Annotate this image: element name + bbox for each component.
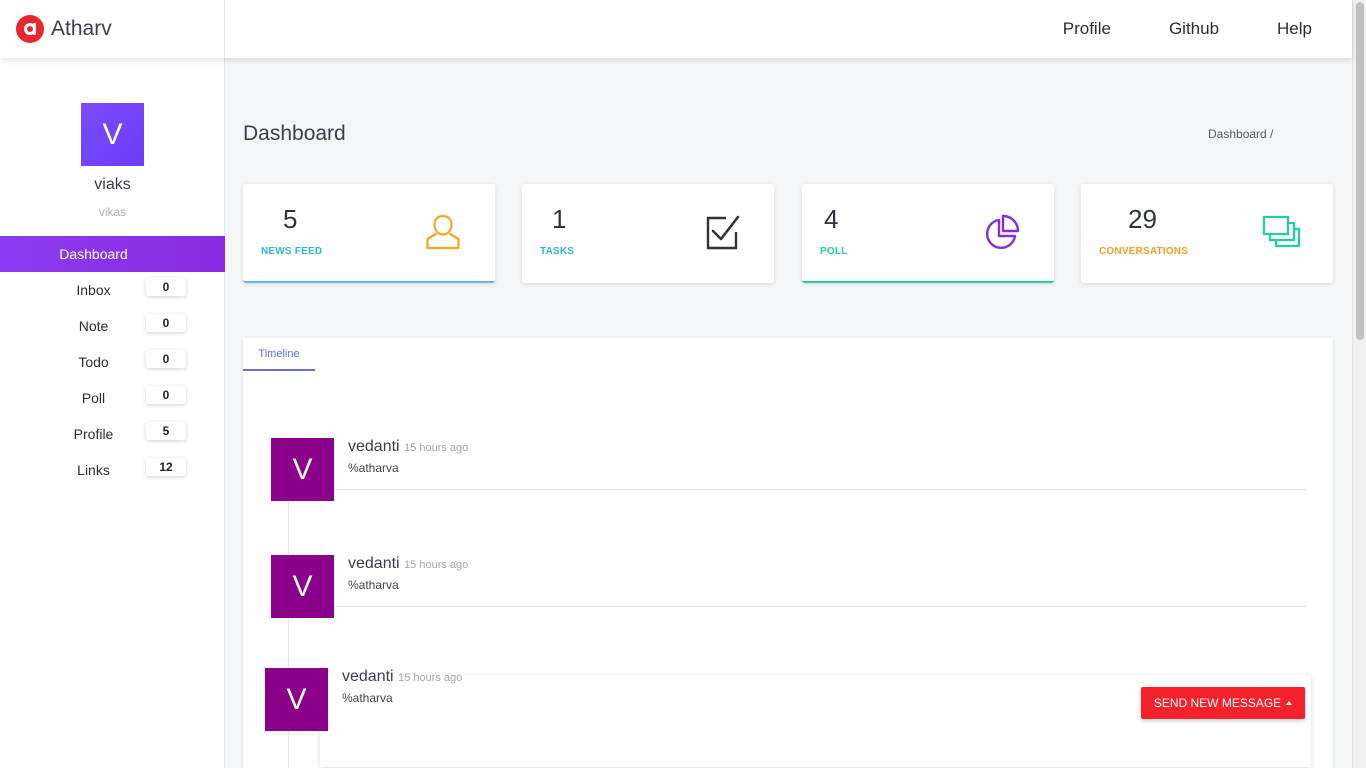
count-badge: 0	[146, 278, 186, 296]
brand-name: Atharv	[51, 17, 112, 40]
sidebar: V viaks vikas Dashboard Inbox 0 Note 0 T…	[0, 58, 225, 768]
caret-up-icon	[1286, 700, 1293, 705]
entry-message: %atharva	[342, 691, 393, 705]
breadcrumb[interactable]: Dashboard /	[1208, 127, 1273, 141]
entry-author: vedanti 15 hours ago	[348, 438, 468, 456]
author-name: vedanti	[342, 668, 394, 685]
count-badge: 0	[146, 386, 186, 404]
stat-card-conversations[interactable]: 29 CONVERSATIONS	[1081, 184, 1333, 283]
user-handle: vikas	[98, 205, 127, 219]
send-button-label: SEND NEW MESSAGE	[1153, 696, 1282, 710]
sidebar-item-todo[interactable]: Todo 0	[0, 344, 225, 380]
user-icon	[426, 214, 460, 250]
avatar: V	[265, 668, 328, 731]
stat-card-tasks[interactable]: 1 TASKS	[522, 184, 774, 283]
entry-message: %atharva	[348, 461, 399, 475]
scrollbar-thumb[interactable]	[1356, 2, 1364, 340]
sidebar-menu: Dashboard Inbox 0 Note 0 Todo 0 Poll 0 P…	[0, 236, 225, 488]
avatar: V	[271, 438, 334, 501]
stat-value: 29	[1128, 204, 1157, 234]
author-name: vedanti	[348, 438, 400, 455]
tab-timeline[interactable]: Timeline	[243, 338, 315, 371]
author-name: vedanti	[348, 555, 400, 572]
sidebar-item-inbox[interactable]: Inbox 0	[0, 272, 225, 308]
count-badge: 5	[146, 422, 186, 440]
sidebar-item-label: Dashboard	[59, 246, 128, 262]
page-scrollbar[interactable]	[1352, 0, 1366, 768]
entry-author: vedanti 15 hours ago	[348, 555, 468, 573]
stat-label: TASKS	[540, 246, 575, 257]
nav-github-link[interactable]: Github	[1169, 19, 1219, 39]
checkbox-icon	[706, 215, 740, 250]
avatar: V	[271, 555, 334, 618]
top-navbar: Atharv Profile Github Help	[0, 0, 1352, 58]
count-badge: 12	[146, 458, 186, 476]
send-new-message-button[interactable]: SEND NEW MESSAGE	[1141, 687, 1305, 719]
nav-profile-link[interactable]: Profile	[1063, 19, 1111, 39]
user-avatar[interactable]: V	[81, 103, 144, 166]
brand[interactable]: Atharv	[0, 0, 225, 58]
top-nav: Profile Github Help	[1063, 0, 1312, 58]
stat-value: 1	[552, 204, 567, 234]
stat-label: POLL	[820, 246, 848, 257]
nav-help-link[interactable]: Help	[1277, 19, 1312, 39]
entry-message: %atharva	[348, 578, 399, 592]
page-title: Dashboard	[243, 122, 346, 145]
sidebar-item-poll[interactable]: Poll 0	[0, 380, 225, 416]
entry-time: 15 hours ago	[398, 672, 463, 684]
stat-card-news-feed[interactable]: 5 NEWS FEED	[243, 184, 495, 283]
chat-windows-icon	[1262, 215, 1301, 248]
entry-time: 15 hours ago	[404, 442, 469, 454]
sidebar-item-links[interactable]: Links 12	[0, 452, 225, 488]
pie-chart-icon	[986, 214, 1020, 249]
user-name: viaks	[94, 176, 131, 193]
count-badge: 0	[146, 350, 186, 368]
count-badge: 0	[146, 314, 186, 332]
stat-label: CONVERSATIONS	[1099, 246, 1189, 257]
atharv-logo-icon	[16, 15, 44, 43]
stat-card-poll[interactable]: 4 POLL	[802, 184, 1054, 283]
divider	[334, 606, 1307, 607]
stat-label: NEWS FEED	[261, 246, 323, 257]
sidebar-item-profile[interactable]: Profile 5	[0, 416, 225, 452]
sidebar-item-note[interactable]: Note 0	[0, 308, 225, 344]
stat-value: 4	[824, 204, 839, 234]
sidebar-item-dashboard[interactable]: Dashboard	[0, 236, 225, 272]
stat-value: 5	[283, 204, 298, 234]
entry-time: 15 hours ago	[404, 559, 469, 571]
divider	[334, 489, 1307, 490]
entry-author: vedanti 15 hours ago	[342, 668, 462, 686]
